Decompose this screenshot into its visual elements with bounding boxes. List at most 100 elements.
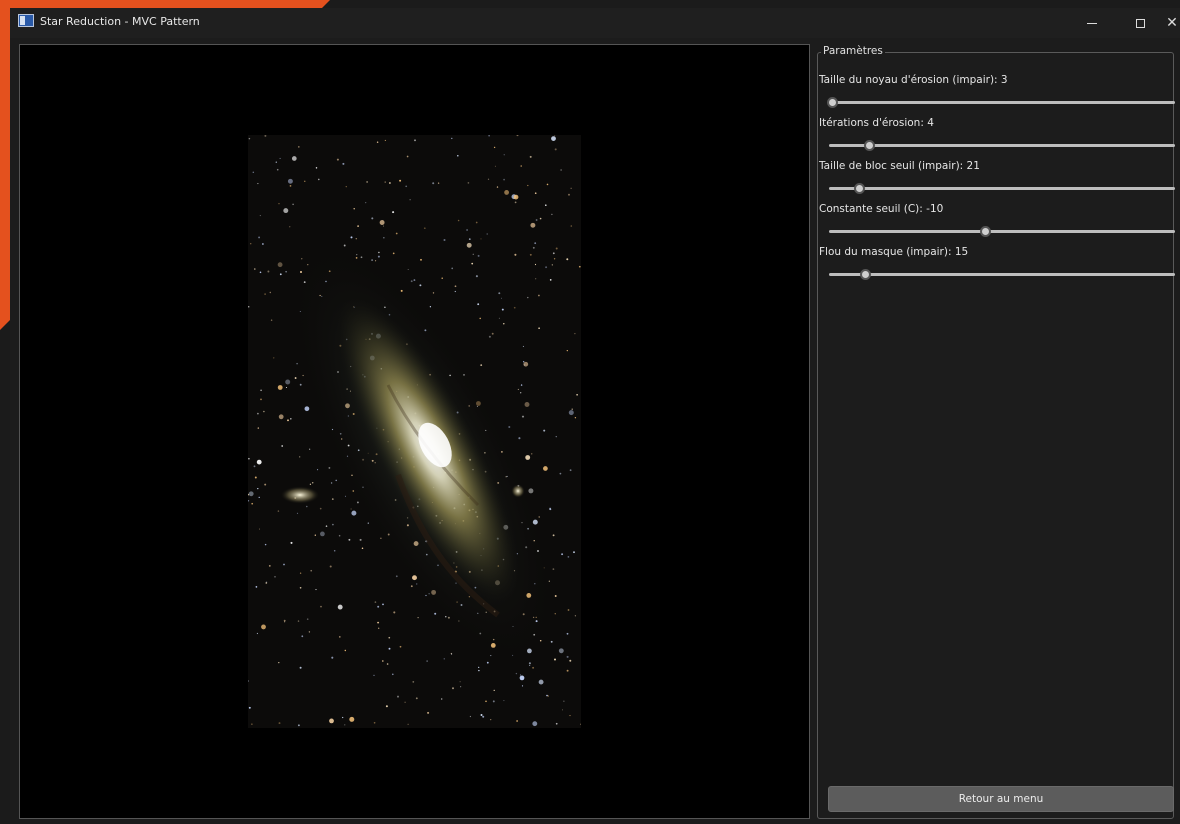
star (410, 585, 413, 588)
star (515, 672, 518, 675)
star (475, 221, 478, 224)
star (555, 247, 558, 250)
star (377, 621, 380, 624)
star (285, 386, 288, 389)
star (553, 258, 556, 260)
star (574, 417, 577, 419)
star (335, 479, 337, 482)
erosion-iterations-slider[interactable] (829, 139, 1175, 151)
star (517, 388, 519, 390)
slider-track[interactable] (829, 101, 1175, 104)
star (571, 408, 573, 410)
param-label: Taille de bloc seuil (impair): 21 (819, 160, 980, 172)
slider-thumb[interactable] (860, 269, 872, 280)
slider-thumb[interactable] (979, 226, 991, 237)
slider-track[interactable] (829, 187, 1175, 190)
star (259, 215, 261, 217)
star (344, 724, 346, 726)
star (375, 260, 377, 262)
title-bar[interactable]: Star Reduction - MVC Pattern ✕ (10, 8, 1180, 38)
star (397, 695, 399, 698)
star (498, 292, 501, 295)
star (566, 258, 569, 261)
star (414, 139, 416, 142)
star (278, 203, 280, 205)
star (344, 495, 347, 497)
slider-thumb[interactable] (854, 183, 866, 194)
star (287, 178, 293, 184)
star (388, 647, 391, 650)
close-button[interactable]: ✕ (1150, 8, 1180, 38)
star (472, 253, 474, 255)
star (331, 656, 334, 659)
star (574, 333, 576, 335)
star (410, 280, 413, 283)
star (419, 284, 422, 287)
star (367, 522, 369, 524)
star (248, 137, 251, 140)
star (353, 208, 355, 210)
star (426, 660, 428, 662)
star (343, 244, 346, 247)
star (543, 429, 546, 432)
star (551, 264, 553, 266)
star (475, 275, 478, 278)
slider-track[interactable] (829, 144, 1175, 147)
star (248, 305, 250, 308)
star (296, 512, 299, 514)
star (417, 616, 419, 619)
star (297, 620, 300, 622)
star (406, 155, 409, 158)
star (299, 586, 302, 589)
star (567, 609, 570, 611)
star (520, 392, 522, 394)
slider-track[interactable] (829, 273, 1175, 276)
star (513, 194, 519, 200)
slider-track[interactable] (829, 230, 1175, 233)
star (466, 229, 469, 231)
star (498, 317, 500, 319)
star (351, 510, 357, 516)
star (527, 184, 529, 187)
star (549, 508, 552, 511)
star (248, 500, 250, 502)
star (395, 232, 398, 235)
erosion-kernel-slider[interactable] (827, 96, 1175, 108)
star (255, 586, 258, 588)
star (551, 136, 556, 141)
star (384, 139, 386, 141)
threshold-block-slider[interactable] (829, 182, 1175, 194)
star (373, 721, 376, 724)
back-to-menu-button[interactable]: Retour au menu (828, 786, 1174, 812)
star (304, 180, 306, 182)
star (566, 632, 569, 635)
star (555, 722, 558, 725)
star (561, 709, 564, 711)
star (297, 724, 300, 727)
star (315, 589, 317, 591)
threshold-constant-slider[interactable] (829, 225, 1175, 237)
minimize-icon (1087, 22, 1097, 24)
slider-thumb[interactable] (827, 97, 839, 108)
slider-thumb[interactable] (864, 140, 876, 151)
star (328, 466, 331, 469)
star (534, 242, 537, 245)
star (259, 271, 262, 274)
star (257, 183, 259, 185)
star (317, 469, 319, 471)
star (258, 496, 260, 499)
star (412, 681, 415, 683)
minimize-button[interactable] (1070, 8, 1114, 38)
star (545, 204, 547, 206)
star (338, 636, 341, 638)
star (325, 525, 328, 527)
star (554, 595, 557, 597)
param-mask-blur: Flou du masque (impair): 15 (819, 246, 1175, 286)
mask-blur-slider[interactable] (829, 268, 1175, 280)
param-erosion-kernel: Taille du noyau d'érosion (impair): 3 (819, 74, 1175, 114)
star (399, 645, 402, 648)
star (561, 553, 564, 556)
star (330, 482, 333, 484)
star (487, 178, 490, 180)
star (248, 680, 249, 682)
